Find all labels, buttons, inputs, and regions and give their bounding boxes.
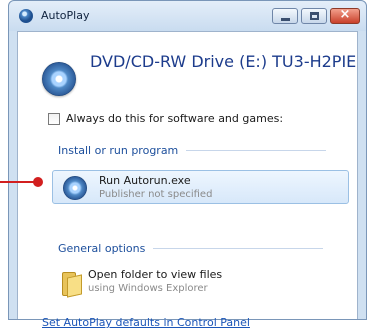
disc-icon xyxy=(42,62,76,96)
maximize-button[interactable] xyxy=(301,8,327,24)
open-folder-option[interactable]: Open folder to view files using Windows … xyxy=(52,264,349,304)
minimize-icon xyxy=(281,18,290,21)
always-label: Always do this for software and games: xyxy=(66,112,284,125)
maximize-icon xyxy=(310,12,319,20)
always-checkbox[interactable] xyxy=(48,112,60,125)
autoplay-window: AutoPlay × DVD/CD-RW Drive (E:) TU3-H2PI… xyxy=(8,0,367,329)
general-section-title: General options xyxy=(58,242,146,255)
close-icon: × xyxy=(339,7,351,22)
run-autorun-option[interactable]: Run Autorun.exe Publisher not specified xyxy=(52,170,349,204)
run-autorun-title: Run Autorun.exe xyxy=(99,174,191,187)
open-folder-subtitle: using Windows Explorer xyxy=(88,283,208,294)
install-section-title: Install or run program xyxy=(58,144,179,157)
window-controls: × xyxy=(272,7,360,24)
callout-line xyxy=(0,181,36,183)
title-bar[interactable]: AutoPlay × xyxy=(9,1,366,31)
section-divider xyxy=(186,150,327,151)
general-section-header: General options xyxy=(58,242,324,255)
folder-icon xyxy=(62,270,82,298)
autoplay-icon xyxy=(19,9,33,23)
window-content: DVD/CD-RW Drive (E:) TU3-H2PIE Always do… xyxy=(17,31,358,329)
drive-title: DVD/CD-RW Drive (E:) TU3-H2PIE xyxy=(90,52,357,71)
section-divider xyxy=(153,248,324,249)
open-folder-title: Open folder to view files xyxy=(88,268,223,281)
minimize-button[interactable] xyxy=(272,8,298,24)
callout-dot xyxy=(33,177,43,187)
close-button[interactable]: × xyxy=(330,7,360,24)
run-autorun-subtitle: Publisher not specified xyxy=(99,189,213,200)
install-section-header: Install or run program xyxy=(58,144,327,157)
control-panel-defaults-link[interactable]: Set AutoPlay defaults in Control Panel xyxy=(42,316,250,329)
window-title: AutoPlay xyxy=(41,9,90,22)
folder-front xyxy=(67,274,82,298)
always-do-this-option[interactable]: Always do this for software and games: xyxy=(48,112,283,125)
disc-icon xyxy=(63,176,87,200)
